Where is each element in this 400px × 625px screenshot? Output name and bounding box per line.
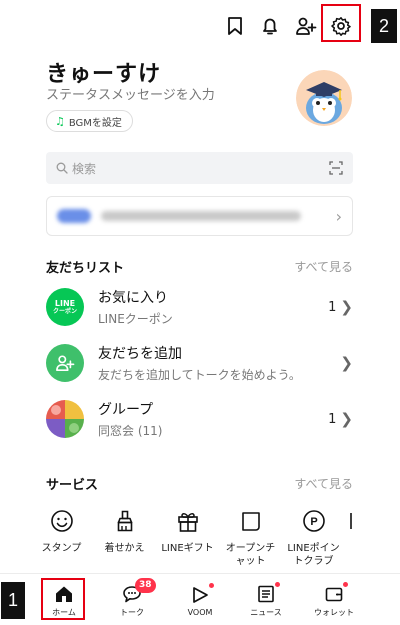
smile-icon: [49, 508, 75, 534]
friends-section-title: 友だちリスト: [46, 261, 125, 276]
service-label: オープンチ ャット: [225, 543, 276, 567]
bookmark-icon[interactable]: [221, 12, 249, 40]
add-friend-subtitle: 友だちを追加してトークを始めよう。: [98, 368, 301, 382]
banner-blurred-badge: [57, 209, 91, 223]
search-icon: [56, 162, 68, 174]
chat-icon: 38: [121, 577, 156, 605]
settings-highlight-box: [321, 4, 361, 42]
add-friend-icon[interactable]: [292, 12, 320, 40]
music-note-icon: ♫: [55, 114, 65, 128]
groups-count: 1: [328, 411, 337, 427]
service-label: スタンプ: [41, 543, 82, 554]
service-label: 着せかえ: [104, 543, 145, 554]
add-friend-title: 友だちを追加: [98, 346, 182, 362]
service-label: LINEポイン トクラブ: [287, 543, 340, 567]
friends-see-all-link[interactable]: すべて見る: [294, 258, 353, 275]
service-partial-next[interactable]: [345, 508, 365, 568]
qr-scan-icon[interactable]: [329, 161, 343, 175]
friends-section-header: 友だちリスト すべて見る: [46, 257, 353, 276]
open-chat-icon: [238, 508, 264, 534]
services-section-title: サービス: [46, 478, 99, 493]
line-coupon-icon: LINE クーポン: [46, 288, 84, 326]
unread-count-badge: 38: [135, 577, 156, 593]
voom-icon: [189, 582, 214, 606]
groups-title: グループ: [98, 402, 154, 418]
gift-icon: [175, 508, 201, 534]
svg-text:P: P: [310, 516, 317, 528]
friend-row-favorites[interactable]: LINE クーポン お気に入り LINEクーポン 1 ❯: [46, 285, 353, 329]
tab-voom[interactable]: VOOM: [164, 574, 236, 625]
tab-wallet-label: ウォレット: [314, 607, 354, 617]
tab-talk[interactable]: 38 トーク: [96, 574, 168, 625]
news-icon: [255, 581, 280, 605]
search-placeholder: 検索: [72, 161, 97, 176]
points-icon: P: [301, 508, 327, 534]
favorites-title: お気に入り: [98, 290, 168, 306]
bgm-button-label: BGMを設定: [68, 117, 122, 129]
tab-voom-label: VOOM: [187, 607, 213, 617]
friend-row-groups[interactable]: グループ 同窓会 (11) 1 ❯: [46, 397, 353, 441]
annotation-number-2: 2: [371, 9, 397, 43]
service-themes[interactable]: 着せかえ: [93, 508, 156, 568]
favorites-count: 1: [328, 299, 337, 315]
new-indicator-dot: [275, 581, 280, 587]
services-row: スタンプ 着せかえ LINEギフト オープンチ ャット P LINEポイン トク…: [30, 508, 400, 568]
tab-talk-label: トーク: [120, 607, 144, 617]
favorites-subtitle: LINEクーポン: [98, 312, 173, 326]
partial-service-icon: [345, 508, 355, 534]
services-section-header: サービス すべて見る: [46, 474, 353, 493]
chevron-right-icon: ❯: [340, 298, 353, 316]
wallet-icon: [323, 581, 348, 605]
bell-icon[interactable]: [256, 12, 284, 40]
chevron-right-icon: ›: [335, 206, 342, 226]
tab-news-label: ニュース: [250, 607, 282, 617]
chevron-right-icon: ❯: [340, 354, 353, 372]
banner-blurred-text: [101, 211, 301, 221]
new-indicator-dot: [343, 581, 348, 587]
bgm-button[interactable]: ♫ BGMを設定: [46, 110, 133, 132]
new-indicator-dot: [209, 582, 214, 588]
group-avatar: [46, 400, 84, 438]
services-see-all-link[interactable]: すべて見る: [294, 475, 353, 492]
status-message-input[interactable]: ステータスメッセージを入力: [46, 84, 215, 103]
service-open-chat[interactable]: オープンチ ャット: [219, 508, 282, 568]
avatar[interactable]: [296, 70, 352, 126]
service-stickers[interactable]: スタンプ: [30, 508, 93, 568]
service-gift[interactable]: LINEギフト: [156, 508, 219, 568]
service-points-club[interactable]: P LINEポイン トクラブ: [282, 508, 345, 568]
service-label: LINEギフト: [161, 543, 214, 554]
annotation-number-1: 1: [1, 582, 25, 619]
brush-icon: [112, 508, 138, 534]
groups-subtitle: 同窓会 (11): [98, 424, 163, 438]
search-input[interactable]: 検索: [46, 152, 353, 184]
add-friend-icon: [46, 344, 84, 382]
tab-news[interactable]: ニュース: [230, 574, 302, 625]
home-tab-highlight-box: [41, 578, 85, 620]
promo-banner[interactable]: ›: [46, 196, 353, 236]
tab-wallet[interactable]: ウォレット: [298, 574, 370, 625]
friend-row-add-friend[interactable]: 友だちを追加 友だちを追加してトークを始めよう。 ❯: [46, 341, 353, 385]
chevron-right-icon: ❯: [340, 410, 353, 428]
